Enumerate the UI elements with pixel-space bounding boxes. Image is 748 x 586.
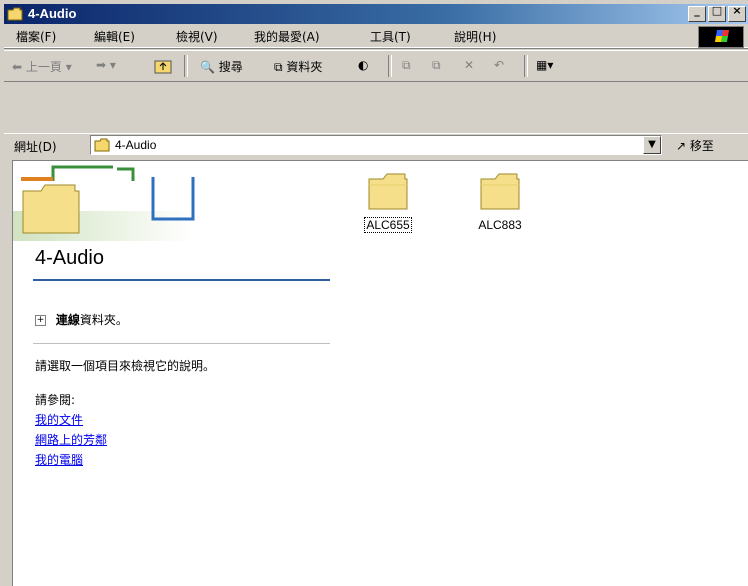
forward-button[interactable]: ➡ ▾: [96, 58, 116, 72]
folders-button[interactable]: ⧉ 資料夾: [274, 58, 322, 75]
go-button[interactable]: ↗ 移至: [676, 137, 714, 154]
search-label: 搜尋: [218, 60, 243, 74]
online-folder-row: + 連線資料夾。: [35, 311, 128, 328]
views-icon: ▦▾: [536, 58, 554, 72]
toolbar-separator: [388, 55, 392, 77]
move-to-icon: ⧉: [402, 58, 411, 72]
back-button[interactable]: ⬅ 上一頁 ▾: [12, 58, 72, 75]
search-icon: 🔍: [200, 60, 215, 74]
folders-label: 資料夾: [286, 60, 323, 74]
folder-item-alc655[interactable]: ALC655: [343, 169, 433, 233]
copy-to-button[interactable]: ⧉: [432, 58, 441, 73]
back-arrow-icon: ⬅: [12, 60, 23, 74]
maximize-button[interactable]: □: [708, 4, 726, 22]
up-folder-button[interactable]: [154, 58, 172, 77]
pane-separator: [33, 343, 330, 344]
folder-icon: [455, 169, 545, 218]
undo-button[interactable]: ↶: [494, 58, 504, 72]
chevron-down-icon: ▾: [65, 60, 72, 74]
link-my-computer[interactable]: 我的電腦: [35, 451, 83, 468]
history-button[interactable]: ◐: [358, 58, 368, 72]
toolbar: ⬅ 上一頁 ▾ ➡ ▾ 🔍 搜尋 ⧉ 資料夾 ◐ ⧉ ⧉ ✕ ↶ ▦▾: [4, 50, 748, 82]
expand-icon[interactable]: +: [35, 315, 46, 326]
online-label-bold: 連線: [55, 313, 80, 327]
up-folder-icon: [154, 60, 172, 77]
toolbar-separator: [184, 55, 188, 77]
undo-icon: ↶: [494, 58, 505, 72]
folders-icon: ⧉: [274, 60, 283, 74]
instruction-text: 請選取一個項目來檢視它的說明。: [35, 359, 216, 373]
menu-edit[interactable]: 編輯(E): [94, 28, 135, 45]
folder-banner: [13, 161, 213, 245]
file-label: ALC883: [478, 218, 522, 232]
address-value: 4-Audio: [115, 138, 157, 152]
go-label: 移至: [689, 139, 714, 153]
folder-item-alc883[interactable]: ALC883: [455, 169, 545, 232]
address-label: 網址(D): [14, 140, 57, 154]
delete-button[interactable]: ✕: [464, 58, 474, 72]
title-bar[interactable]: 4-Audio _ □ ×: [4, 4, 748, 24]
link-my-documents[interactable]: 我的文件: [35, 411, 83, 428]
minimize-button[interactable]: _: [688, 4, 706, 22]
delete-icon: ✕: [464, 58, 475, 72]
menu-view[interactable]: 檢視(V): [176, 28, 218, 45]
folder-view: 4-Audio + 連線資料夾。 請選取一個項目來檢視它的說明。 請參閱: 我的…: [12, 160, 748, 586]
explorer-window: 4-Audio _ □ × 檔案(F) 編輯(E) 檢視(V) 我的最愛(A) …: [0, 0, 748, 586]
forward-arrow-icon: ➡ ▾: [96, 58, 116, 72]
close-button[interactable]: ×: [728, 4, 746, 22]
link-label[interactable]: 我的文件: [35, 413, 83, 427]
menu-help[interactable]: 說明(H): [454, 28, 496, 45]
webview-pane: 4-Audio + 連線資料夾。 請選取一個項目來檢視它的說明。 請參閱: 我的…: [13, 161, 331, 586]
go-arrow-icon: ↗: [676, 139, 687, 153]
address-field[interactable]: 4-Audio ▼: [90, 135, 662, 155]
toolbar-separator: [524, 55, 528, 77]
link-network-places[interactable]: 網路上的芳鄰: [35, 431, 107, 448]
link-label[interactable]: 我的電腦: [35, 453, 83, 467]
folder-icon: [7, 7, 23, 24]
pane-title: 4-Audio: [35, 247, 104, 269]
views-button[interactable]: ▦▾: [536, 58, 553, 72]
address-dropdown-button[interactable]: ▼: [643, 136, 661, 154]
window-title: 4-Audio: [28, 6, 77, 21]
move-to-button[interactable]: ⧉: [402, 58, 411, 73]
folder-icon: [94, 138, 110, 155]
link-label[interactable]: 網路上的芳鄰: [35, 433, 107, 447]
search-button[interactable]: 🔍 搜尋: [200, 58, 243, 75]
menu-file[interactable]: 檔案(F): [16, 28, 56, 45]
online-label-rest: 資料夾。: [79, 313, 128, 327]
back-label: 上一頁: [25, 60, 62, 74]
menu-tools[interactable]: 工具(T): [370, 28, 411, 45]
address-bar: 網址(D) 4-Audio ▼ ↗ 移至: [4, 133, 748, 158]
history-icon: ◐: [358, 58, 369, 72]
copy-to-icon: ⧉: [432, 58, 441, 72]
file-label: ALC655: [364, 217, 412, 233]
see-also-label: 請參閱:: [35, 393, 76, 407]
menu-bar: 檔案(F) 編輯(E) 檢視(V) 我的最愛(A) 工具(T) 說明(H): [4, 25, 748, 48]
folder-icon: [343, 169, 433, 218]
pane-divider: [33, 279, 330, 281]
windows-logo-icon: [698, 26, 744, 48]
menu-favorites[interactable]: 我的最愛(A): [254, 28, 320, 45]
chevron-down-icon: ▼: [648, 139, 656, 150]
